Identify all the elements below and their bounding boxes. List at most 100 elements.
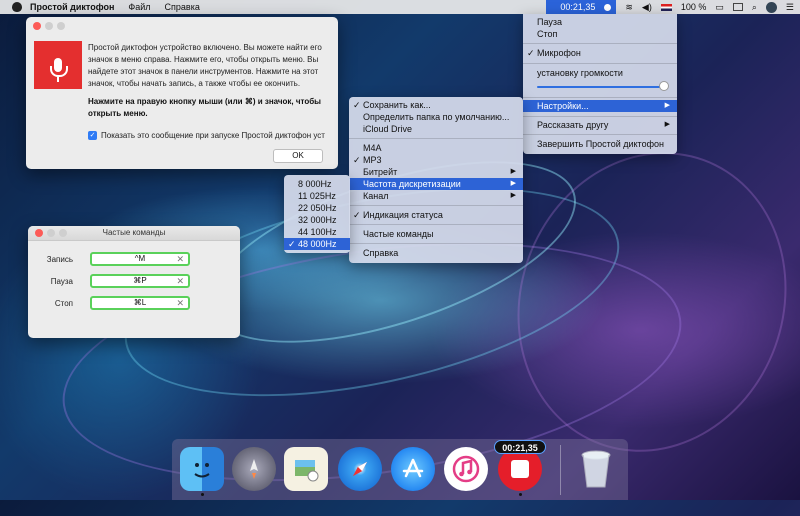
menu-item-tell-friend[interactable]: Рассказать другу ▶ [523,119,677,131]
clear-icon[interactable]: ✕ [176,298,184,308]
close-button[interactable] [33,22,41,30]
menu-item-save-as[interactable]: ✓ Сохранить как... [349,99,523,111]
volume-slider-knob[interactable] [659,81,669,91]
itunes-icon[interactable] [444,447,488,491]
checkmark-icon: ✓ [527,48,535,58]
sample-rate-option[interactable]: 22 050Hz [284,202,350,214]
submenu-arrow-icon: ▶ [664,102,670,109]
input-source-flag-icon[interactable] [660,3,672,11]
record-dot-icon [604,3,612,11]
recorder-status-item[interactable]: 00:21,35 [546,0,617,14]
show-message-label: Показать это сообщение при запуске Прост… [101,131,325,140]
sample-rate-option[interactable]: 8 000Hz [284,178,350,190]
shortcut-row-stop: Стоп ⌘L ✕ [28,296,228,312]
menu-item-label: Рассказать другу [537,120,609,130]
microphone-icon [34,41,82,89]
preview-icon[interactable] [284,447,328,491]
menu-item-label: Битрейт [363,167,398,177]
menu-item-status-indication[interactable]: ✓ Индикация статуса [349,209,523,221]
safari-icon[interactable] [338,447,382,491]
menu-item-pause[interactable]: Пауза [523,16,677,28]
submenu-arrow-icon: ▶ [510,168,516,175]
apple-icon[interactable] [12,2,22,12]
menu-separator [523,97,677,98]
shortcut-label: Пауза [50,277,73,286]
menu-item-label: Частота дискретизации [363,179,461,189]
shortcut-field-stop[interactable]: ⌘L ✕ [90,296,190,310]
screen-icon[interactable] [732,3,743,11]
shortcut-label: Стоп [54,299,73,308]
checkmark-icon: ✓ [353,155,361,165]
menu-item-bitrate[interactable]: Битрейт ▶ [349,166,523,178]
show-message-checkbox[interactable]: ✓ [88,131,97,140]
menu-separator [349,243,523,244]
clear-icon[interactable]: ✕ [176,276,184,286]
timer-text: 00:21,35 [560,2,596,12]
shortcut-label: Запись [46,255,73,264]
zoom-button[interactable] [59,229,67,237]
menu-item-settings[interactable]: Настройки... ▶ [523,100,677,112]
trash-icon[interactable] [574,447,618,491]
sample-rate-option-selected[interactable]: ✓ 48 000Hz [284,238,350,250]
menu-item-channel[interactable]: Канал ▶ [349,190,523,202]
recorder-timer-badge: 00:21,35 [494,440,546,454]
sample-rate-option[interactable]: 11 025Hz [284,190,350,202]
menu-item-quit[interactable]: Завершить Простой диктофон [523,138,677,150]
menu-item-label: Настройки... [537,101,589,111]
submenu-arrow-icon: ▶ [510,192,516,199]
shortcut-value: ⌘P [133,276,147,285]
shortcut-value: ⌘L [133,298,147,307]
shortcut-row-record: Запись ^M ✕ [28,252,228,268]
settings-submenu: ✓ Сохранить как... Определить папка по ум… [349,97,523,263]
search-icon[interactable]: ⌕ [752,0,757,14]
menu-item-m4a[interactable]: M4A [349,142,523,154]
sample-rate-option[interactable]: 44 100Hz [284,226,350,238]
menu-item-sample-rate[interactable]: Частота дискретизации ▶ [349,178,523,190]
shortcut-field-pause[interactable]: ⌘P ✕ [90,274,190,288]
zoom-button[interactable] [57,22,65,30]
user-avatar-icon[interactable] [765,1,777,13]
sample-rate-option[interactable]: 32 000Hz [284,214,350,226]
menu-item-mp3[interactable]: ✓ MP3 [349,154,523,166]
app-store-icon[interactable] [391,447,435,491]
list-icon[interactable]: ☰ [786,0,794,14]
checkmark-icon: ✓ [353,210,361,220]
menu-item-label: 48 000Hz [298,239,337,249]
menu-separator [349,138,523,139]
volume-icon[interactable]: ◀) [642,0,652,14]
close-button[interactable] [35,229,43,237]
menu-item-icloud[interactable]: iCloud Drive [349,123,523,135]
menu-help[interactable]: Справка [165,0,200,14]
info-hint: Нажмите на правую кнопку мыши (или ⌘) и … [88,97,321,118]
menu-item-microphone[interactable]: ✓ Микрофон [523,47,677,59]
show-message-checkbox-row[interactable]: ✓ Показать это сообщение при запуске Про… [88,131,332,140]
checkmark-icon: ✓ [288,239,296,249]
volume-label: установку громкости [537,68,623,78]
running-indicator [201,493,204,496]
wifi-icon[interactable]: ≋ [625,0,633,14]
menu-item-label: MP3 [363,155,382,165]
clear-icon[interactable]: ✕ [176,254,184,264]
shortcut-row-pause: Пауза ⌘P ✕ [28,274,228,290]
submenu-arrow-icon: ▶ [510,180,516,187]
minimize-button[interactable] [45,22,53,30]
volume-slider[interactable] [537,86,665,88]
menu-item-label: Микрофон [537,48,581,58]
minimize-button[interactable] [47,229,55,237]
shortcut-field-record[interactable]: ^M ✕ [90,252,190,266]
menu-item-default-folder[interactable]: Определить папка по умолчанию... [349,111,523,123]
menu-separator [523,134,677,135]
menu-item-label: Индикация статуса [363,210,443,220]
ok-button[interactable]: OK [273,149,323,163]
menu-item-stop[interactable]: Стоп [523,28,677,40]
battery-percent[interactable]: 100 % [681,0,707,14]
menu-file[interactable]: Файл [128,0,150,14]
menu-item-frequent-commands[interactable]: Частые команды [349,228,523,240]
launchpad-icon[interactable] [232,447,276,491]
menu-separator [523,63,677,64]
app-menu[interactable]: Простой диктофон [30,0,114,14]
menu-item-help[interactable]: Справка [349,247,523,259]
dock-separator [560,445,561,495]
battery-icon[interactable]: ▭ [715,0,724,14]
finder-icon[interactable] [180,447,224,491]
